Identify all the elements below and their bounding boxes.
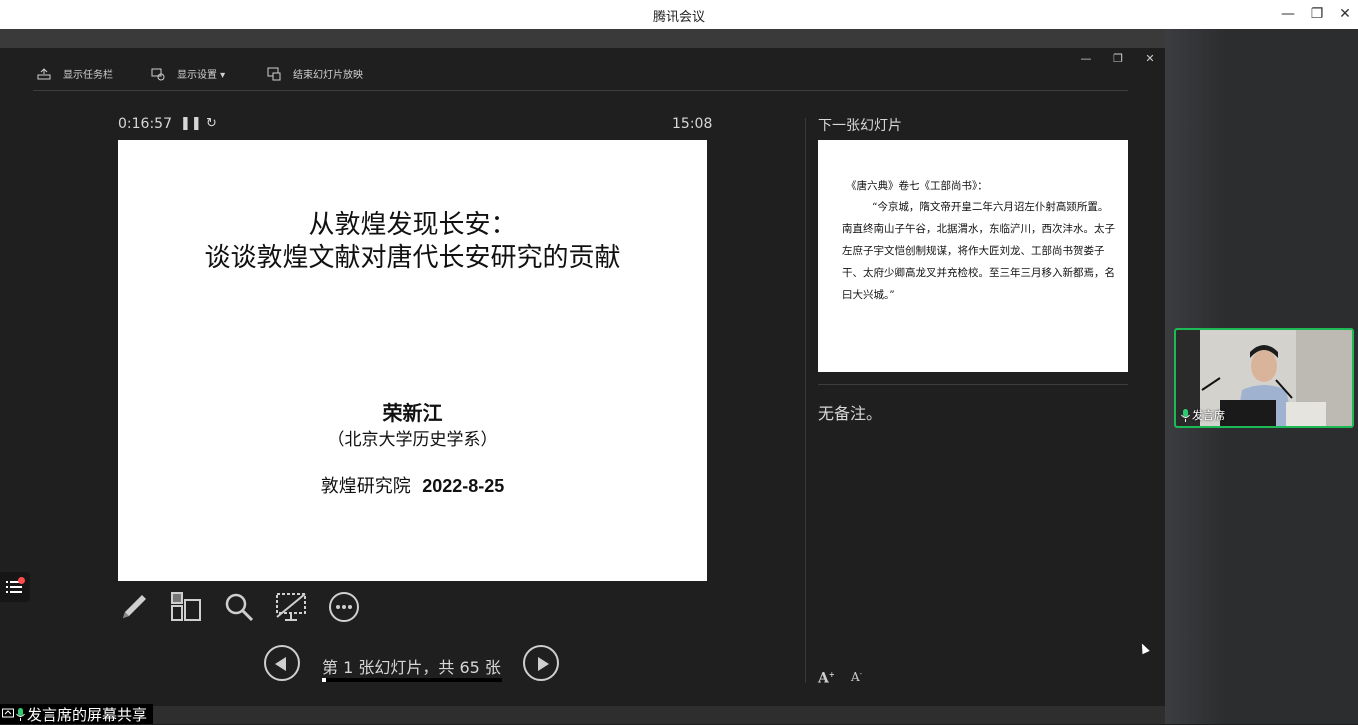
screen-share-text: 发言席的屏幕共享 xyxy=(27,705,148,724)
minimize-icon[interactable]: — xyxy=(1274,4,1302,24)
slide-progress-bar xyxy=(322,678,502,682)
current-slide[interactable]: 从敦煌发现长安： 谈谈敦煌文献对唐代长安研究的贡献 荣新江 （北京大学历史学系）… xyxy=(118,140,707,581)
app-title: 腾讯会议 xyxy=(652,10,705,25)
more-icon[interactable] xyxy=(327,590,361,624)
display-settings-button[interactable]: 显示设置 ▾ xyxy=(151,66,225,81)
next-slide-preview[interactable]: 《唐六典》卷七《工部尚书》： “今京城，隋文帝开皇二年六月诏左仆射高颎所置。南直… xyxy=(818,140,1128,372)
slide-author: 荣新江 xyxy=(382,401,443,425)
current-clock: 15:08 xyxy=(672,116,713,132)
mic-icon xyxy=(1181,408,1190,422)
screen-share-label: 发言席的屏幕共享 xyxy=(0,704,154,724)
reset-icon[interactable]: ↻ xyxy=(206,116,217,131)
restore-icon[interactable]: ❐ xyxy=(1303,4,1331,24)
slide-venue-date: 敦煌研究院 2022-8-25 xyxy=(118,472,707,498)
presenter-restore-icon[interactable]: ❐ xyxy=(1110,52,1126,65)
display-settings-icon xyxy=(151,68,165,80)
slide-venue: 敦煌研究院 xyxy=(320,476,411,497)
end-slideshow-icon xyxy=(267,67,281,80)
presenter-minimize-icon[interactable]: — xyxy=(1078,52,1094,65)
speaker-notes: 无备注。 xyxy=(818,404,883,423)
pen-icon[interactable] xyxy=(117,590,151,624)
presenter-toolbar: 显示任务栏 显示设置 ▾ 结束幻灯片放映 xyxy=(33,58,1128,91)
close-icon[interactable]: ✕ xyxy=(1331,4,1358,24)
participant-video-tile[interactable]: 发言席 xyxy=(1174,328,1354,428)
presenter-close-icon[interactable]: ✕ xyxy=(1142,52,1158,65)
black-screen-icon[interactable] xyxy=(274,590,308,624)
end-slideshow-button[interactable]: 结束幻灯片放映 xyxy=(267,66,363,81)
increase-font-button[interactable]: A+ xyxy=(818,670,835,687)
next-slide-heading: 下一张幻灯片 xyxy=(818,118,902,134)
title-bar: 腾讯会议 — ❐ ✕ xyxy=(0,0,1358,29)
participant-name-tag: 发言席 xyxy=(1181,407,1225,423)
participant-name: 发言席 xyxy=(1192,409,1225,422)
slide-counter: 第 1 张幻灯片，共 65 张 xyxy=(322,658,501,677)
share-mic-icon xyxy=(16,707,25,721)
next-slide-source: 《唐六典》卷七《工部尚书》： xyxy=(846,180,988,192)
taskbar-icon xyxy=(37,67,51,79)
previous-slide-button[interactable] xyxy=(264,645,300,681)
slide-affiliation: （北京大学历史学系） xyxy=(327,430,498,450)
display-settings-label: 显示设置 ▾ xyxy=(177,70,226,81)
zoom-icon[interactable] xyxy=(222,590,256,624)
pause-icon[interactable]: ❚❚ xyxy=(180,116,202,131)
decrease-font-label: A xyxy=(851,670,860,684)
shared-screen-top-strip xyxy=(0,29,1165,48)
slide-title-line2: 谈谈敦煌文献对唐代长安研究的贡献 xyxy=(204,243,621,273)
show-taskbar-button[interactable]: 显示任务栏 xyxy=(37,66,113,81)
slide-date: 2022-8-25 xyxy=(422,476,505,496)
bottom-status-bar xyxy=(0,706,1165,724)
next-slide-body: “今京城，隋文帝开皇二年六月诏左仆射高颎所置。南直终南山子午谷，北据渭水，东临浐… xyxy=(842,201,1115,301)
elapsed-timer: 0:16:57 xyxy=(118,116,172,132)
next-arrow-icon xyxy=(538,657,549,671)
previous-arrow-icon xyxy=(275,657,286,671)
slide-title-line1: 从敦煌发现长安： xyxy=(308,210,517,240)
member-list-button[interactable] xyxy=(0,572,30,602)
next-slide-button[interactable] xyxy=(523,645,559,681)
screen-share-icon xyxy=(2,708,14,718)
end-slideshow-label: 结束幻灯片放映 xyxy=(293,70,363,81)
notes-divider[interactable] xyxy=(818,384,1128,385)
notification-badge xyxy=(18,577,25,584)
increase-font-label: A xyxy=(818,670,829,687)
slide-progress-fill xyxy=(322,678,326,682)
slides-grid-icon[interactable] xyxy=(169,590,203,624)
decrease-font-button[interactable]: A- xyxy=(851,670,862,684)
pane-divider[interactable] xyxy=(805,118,806,683)
show-taskbar-label: 显示任务栏 xyxy=(63,70,113,81)
